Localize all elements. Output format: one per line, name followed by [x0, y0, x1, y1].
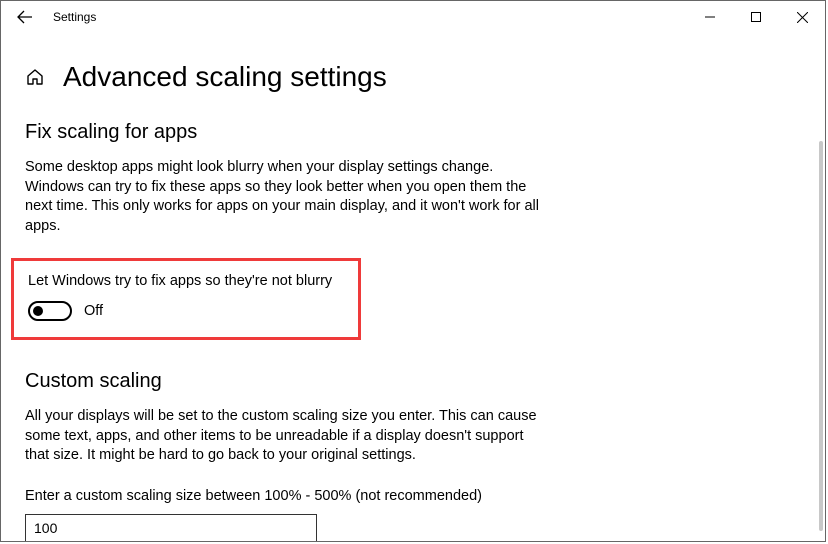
toggle-knob	[33, 306, 43, 316]
custom-scaling-input-label: Enter a custom scaling size between 100%…	[25, 488, 801, 504]
window-title: Settings	[53, 10, 96, 24]
home-button[interactable]	[25, 67, 45, 87]
home-icon	[25, 67, 45, 87]
page-title: Advanced scaling settings	[63, 61, 387, 93]
custom-scaling-heading: Custom scaling	[25, 370, 801, 393]
back-arrow-icon	[17, 9, 33, 25]
close-icon	[797, 12, 808, 23]
custom-scaling-section: Custom scaling All your displays will be…	[25, 370, 801, 541]
fix-blurry-toggle-label: Let Windows try to fix apps so they're n…	[28, 273, 348, 289]
minimize-button[interactable]	[687, 1, 733, 33]
page-header: Advanced scaling settings	[25, 61, 801, 93]
fix-blurry-toggle[interactable]	[28, 301, 72, 321]
close-button[interactable]	[779, 1, 825, 33]
fix-blurry-toggle-state: Off	[84, 303, 103, 319]
content-area: Advanced scaling settings Fix scaling fo…	[1, 33, 825, 541]
minimize-icon	[705, 12, 715, 22]
maximize-button[interactable]	[733, 1, 779, 33]
back-button[interactable]	[9, 1, 41, 33]
fix-scaling-heading: Fix scaling for apps	[25, 121, 801, 144]
custom-scaling-body: All your displays will be set to the cus…	[25, 407, 545, 466]
window-controls	[687, 1, 825, 33]
maximize-icon	[751, 12, 761, 22]
scrollbar[interactable]	[819, 141, 823, 531]
settings-window: Settings	[0, 0, 826, 542]
titlebar: Settings	[1, 1, 825, 33]
highlight-annotation: Let Windows try to fix apps so they're n…	[11, 258, 361, 340]
fix-blurry-toggle-row: Off	[28, 301, 348, 321]
custom-scaling-input[interactable]	[25, 514, 317, 541]
fix-scaling-body: Some desktop apps might look blurry when…	[25, 158, 545, 236]
